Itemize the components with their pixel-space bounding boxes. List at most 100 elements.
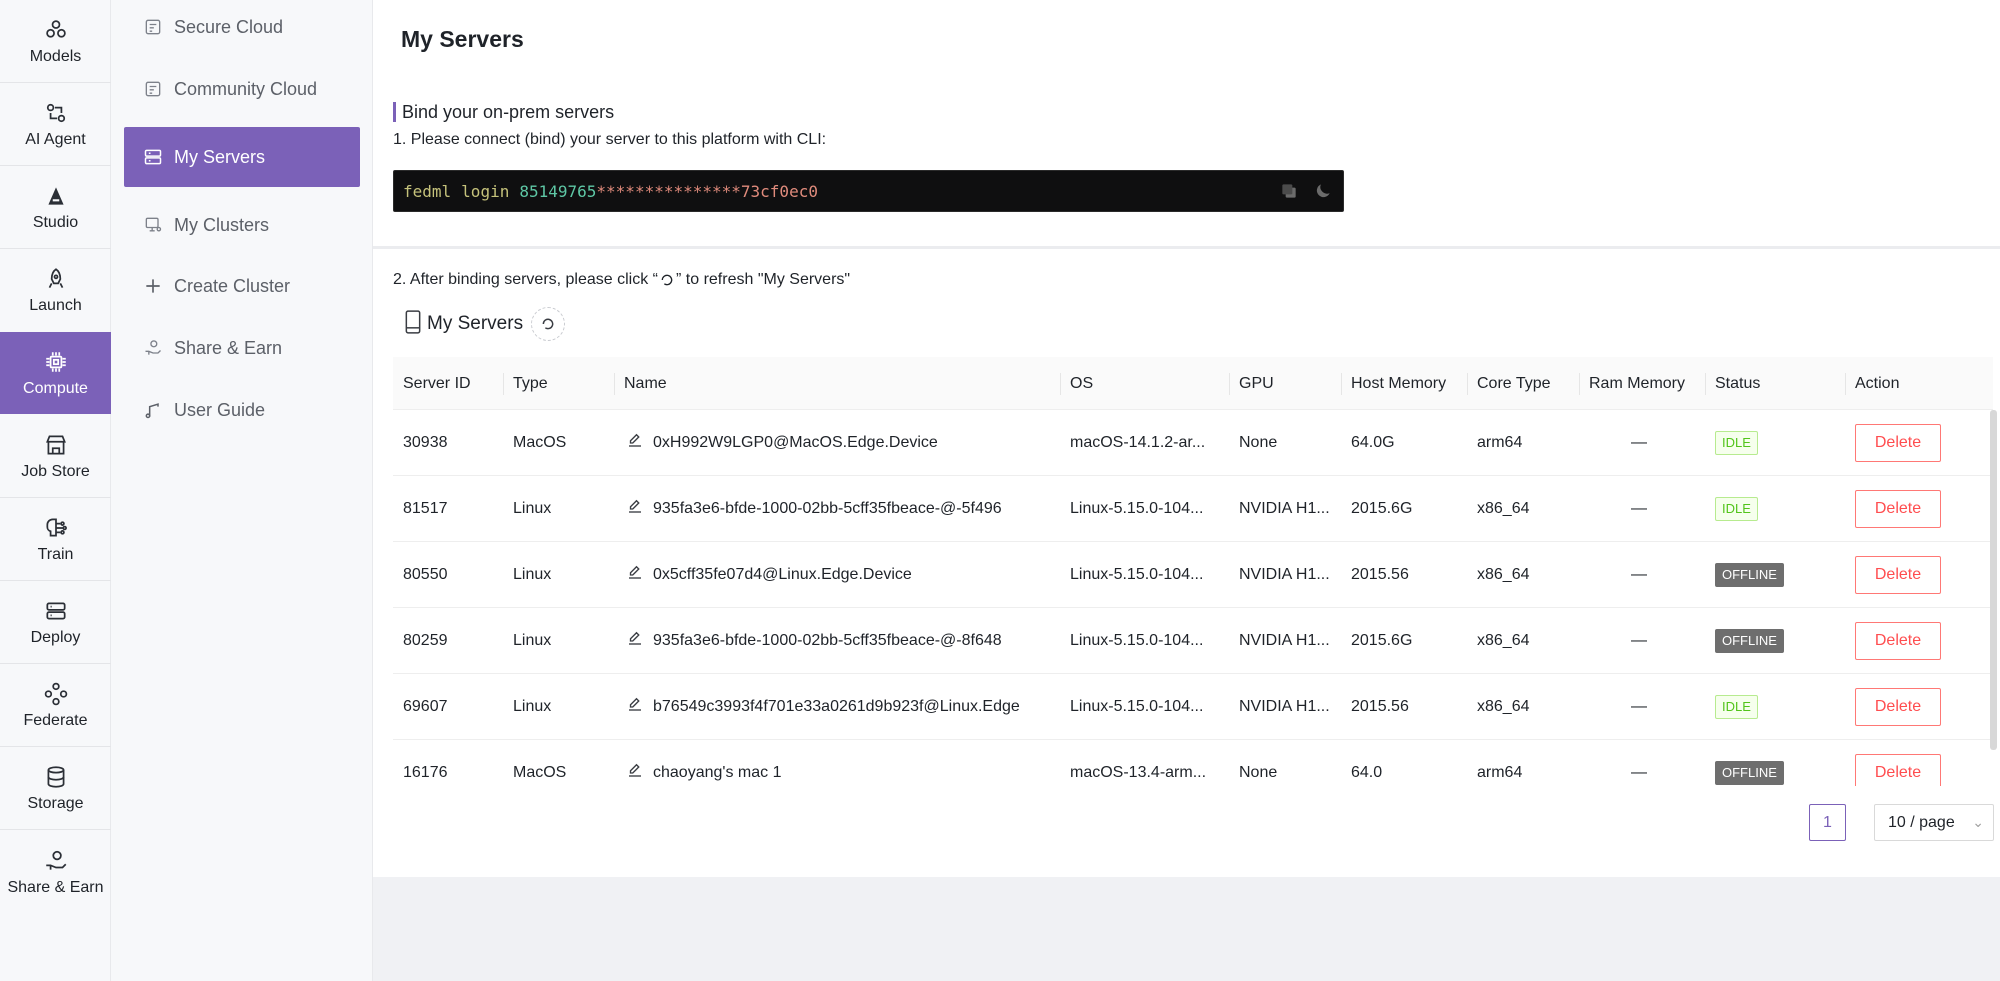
cell-action: Delete — [1845, 410, 1985, 476]
cell-core-type: arm64 — [1477, 434, 1523, 451]
store-icon — [42, 431, 70, 459]
cell-ram-memory: — — [1631, 698, 1647, 715]
primary-rail: Models AI Agent Studio Launch Compute Jo… — [0, 0, 111, 981]
sidebar-item-label: My Servers — [174, 146, 266, 167]
cell-core-type: x86_64 — [1477, 500, 1530, 517]
server-name: 935fa3e6-bfde-1000-02bb-5cff35fbeace-@-5… — [653, 500, 1002, 517]
cell-os: macOS-13.4-arm... — [1070, 764, 1207, 781]
rail-label: Storage — [27, 795, 84, 812]
sidebar-item-share-earn[interactable]: Share & Earn — [124, 318, 360, 378]
delete-button[interactable]: Delete — [1855, 555, 1941, 594]
refresh-icon — [542, 318, 554, 330]
status-badge: OFFLINE — [1715, 562, 1784, 587]
rail-label: AI Agent — [25, 131, 86, 148]
rail-label: Compute — [23, 380, 88, 397]
delete-button[interactable]: Delete — [1855, 621, 1941, 660]
server-name: 935fa3e6-bfde-1000-02bb-5cff35fbeace-@-8… — [653, 632, 1002, 649]
edit-icon[interactable] — [626, 563, 644, 581]
sidebar-item-secure-cloud[interactable]: Secure Cloud — [124, 0, 360, 57]
rail-label: Federate — [23, 712, 88, 729]
rail-item-studio[interactable]: Studio — [0, 166, 111, 248]
train-icon — [42, 514, 70, 542]
table-scrollbar[interactable] — [1990, 410, 1997, 750]
table-body: 30938 MacOS 0xH992W9LGP0@MacOS.Edge.Devi… — [393, 410, 1993, 786]
rail-label: Models — [29, 48, 82, 65]
cell-os: Linux-5.15.0-104... — [1070, 500, 1204, 517]
cell-os: macOS-14.1.2-ar... — [1070, 434, 1206, 451]
delete-button[interactable]: Delete — [1855, 423, 1941, 462]
status-badge: OFFLINE — [1715, 760, 1784, 785]
rail-label: Deploy — [30, 629, 81, 646]
rail-label: Studio — [32, 214, 79, 231]
page-size-select[interactable]: 10 / page ⌄ — [1874, 804, 1994, 841]
cell-server-id: 80259 — [403, 632, 448, 649]
cell-name: 935fa3e6-bfde-1000-02bb-5cff35fbeace-@-5… — [614, 476, 1060, 542]
refresh-button[interactable] — [531, 307, 566, 341]
col-server-id: Server ID — [403, 375, 471, 392]
edit-icon[interactable] — [626, 497, 644, 515]
cli-command-block[interactable]: fedml login 85149765 ***************73cf… — [393, 170, 1344, 212]
rail-item-job-store[interactable]: Job Store — [0, 415, 111, 497]
models-icon — [42, 16, 70, 44]
rail-item-train[interactable]: Train — [0, 498, 111, 580]
cell-status: OFFLINE — [1705, 542, 1845, 608]
cell-os: Linux-5.15.0-104... — [1070, 632, 1204, 649]
sidebar-item-my-clusters[interactable]: My Clusters — [124, 195, 360, 255]
sidebar-item-user-guide[interactable]: User Guide — [124, 380, 360, 440]
cell-server-id: 80550 — [403, 566, 448, 583]
copy-icon[interactable] — [1277, 179, 1301, 203]
cell-gpu: NVIDIA H1... — [1239, 632, 1330, 649]
status-badge: IDLE — [1715, 430, 1758, 455]
sidebar-item-my-servers[interactable]: My Servers — [124, 127, 360, 187]
step2-text-before: 2. After binding servers, please click “ — [393, 271, 659, 288]
database-icon — [42, 763, 70, 791]
rail-item-storage[interactable]: Storage — [0, 747, 111, 829]
cell-action: Delete — [1845, 740, 1985, 786]
rail-item-compute[interactable]: Compute — [0, 332, 111, 414]
delete-button[interactable]: Delete — [1855, 753, 1941, 786]
step2-text-after: ” to refresh "My Servers" — [676, 271, 851, 288]
cell-type: MacOS — [513, 434, 567, 451]
rail-item-deploy[interactable]: Deploy — [0, 581, 111, 663]
cell-core-type: x86_64 — [1477, 632, 1530, 649]
community-cloud-icon — [142, 78, 164, 100]
cell-os: Linux-5.15.0-104... — [1070, 566, 1204, 583]
sidebar-item-label: My Clusters — [174, 214, 270, 235]
rail-item-federate[interactable]: Federate — [0, 664, 111, 746]
rail-item-ai-agent[interactable]: AI Agent — [0, 83, 111, 165]
rocket-icon — [42, 265, 70, 293]
edit-icon[interactable] — [626, 695, 644, 713]
edit-icon[interactable] — [626, 629, 644, 647]
cell-gpu: NVIDIA H1... — [1239, 698, 1330, 715]
status-badge: OFFLINE — [1715, 628, 1784, 653]
delete-button[interactable]: Delete — [1855, 489, 1941, 528]
edit-icon[interactable] — [626, 431, 644, 449]
secure-cloud-icon — [142, 16, 164, 38]
table-row: 30938 MacOS 0xH992W9LGP0@MacOS.Edge.Devi… — [393, 410, 1993, 476]
step1-instruction: 1. Please connect (bind) your server to … — [393, 131, 827, 148]
sidebar-item-label: User Guide — [174, 399, 266, 420]
moon-icon[interactable] — [1311, 179, 1335, 203]
edit-icon[interactable] — [626, 761, 644, 779]
sidebar-item-label: Community Cloud — [174, 78, 318, 99]
server-name: b76549c3993f4f701e33a0261d9b923f@Linux.E… — [653, 698, 1020, 715]
cell-core-type: x86_64 — [1477, 698, 1530, 715]
server-name: 0xH992W9LGP0@MacOS.Edge.Device — [653, 434, 938, 451]
rail-item-models[interactable]: Models — [0, 0, 111, 82]
pagination-page-1[interactable]: 1 — [1809, 804, 1846, 841]
delete-button[interactable]: Delete — [1855, 687, 1941, 726]
cell-core-type: arm64 — [1477, 764, 1523, 781]
footer-band — [373, 877, 2000, 981]
cell-action: Delete — [1845, 674, 1985, 740]
servers-heading-label: My Servers — [427, 313, 524, 334]
cell-server-id: 30938 — [403, 434, 448, 451]
cell-host-memory: 2015.56 — [1351, 566, 1409, 583]
cell-gpu: None — [1239, 434, 1278, 451]
sidebar-item-community-cloud[interactable]: Community Cloud — [124, 59, 360, 119]
my-servers-heading: My Servers — [403, 307, 566, 341]
rail-item-launch[interactable]: Launch — [0, 249, 111, 331]
table-header: Server ID Type Name OS GPU Host Memory C… — [393, 357, 1993, 410]
cell-action: Delete — [1845, 542, 1985, 608]
rail-item-share-earn[interactable]: Share & Earn — [0, 831, 111, 913]
sidebar-item-create-cluster[interactable]: Create Cluster — [124, 256, 360, 316]
